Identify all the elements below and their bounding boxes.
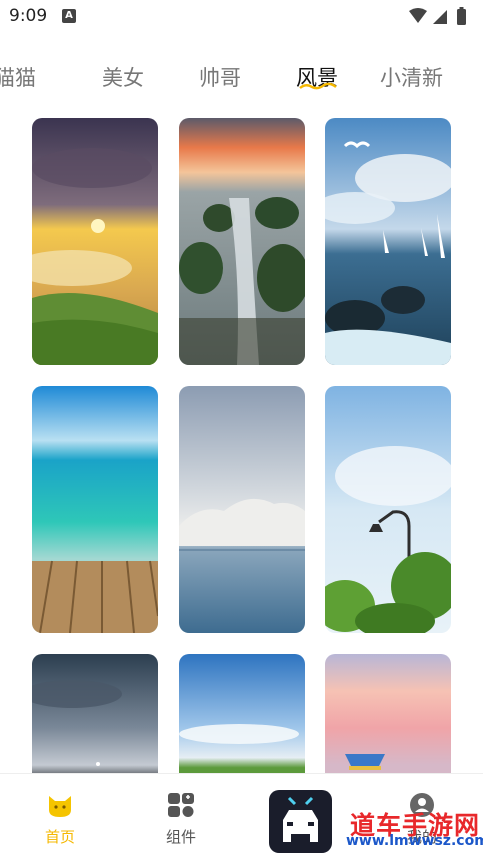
nav-home[interactable]: 首页 xyxy=(20,792,100,847)
widgets-icon xyxy=(168,793,194,817)
status-bar: 9:09 A x xyxy=(0,0,483,34)
wallpaper-grid xyxy=(0,110,483,773)
wallpaper-card[interactable] xyxy=(325,654,451,773)
cat-home-icon xyxy=(49,796,71,817)
tab-beauty[interactable]: 美女 xyxy=(102,62,144,92)
active-tab-indicator xyxy=(299,82,337,90)
wallpaper-card[interactable] xyxy=(179,654,305,773)
wallpaper-streetlamp xyxy=(325,386,451,633)
wallpaper-card[interactable] xyxy=(325,118,451,365)
wallpaper-card[interactable] xyxy=(179,118,305,365)
car-logo-icon xyxy=(283,796,318,842)
wallpaper-card[interactable] xyxy=(325,386,451,633)
wallpaper-card[interactable] xyxy=(179,386,305,633)
wallpaper-card[interactable] xyxy=(32,654,158,773)
wallpaper-dusk-horizon xyxy=(32,654,158,773)
wallpaper-misty-mountain xyxy=(179,386,305,633)
watermark-site-url: www.lmwwsz.com xyxy=(346,833,483,849)
wallpaper-sunset-clouds xyxy=(32,118,158,365)
wallpaper-card[interactable] xyxy=(32,386,158,633)
notification-icon: A xyxy=(62,9,76,23)
category-tabs: 猫猫 美女 帅哥 风景 小清新 xyxy=(0,52,483,98)
svg-text:x: x xyxy=(447,18,451,26)
tab-handsome[interactable]: 帅哥 xyxy=(199,62,241,92)
wallpaper-card[interactable] xyxy=(32,118,158,365)
watermark-logo xyxy=(269,790,332,853)
cellular-signal-icon xyxy=(433,10,447,24)
signal-battery-icons: x xyxy=(409,7,466,26)
wallpaper-sailboats xyxy=(325,118,451,365)
wifi-icon xyxy=(409,8,427,23)
nav-widgets[interactable]: 组件 xyxy=(141,792,221,847)
status-time: 9:09 xyxy=(9,6,48,26)
wallpaper-tropical-dock xyxy=(32,386,158,633)
battery-icon xyxy=(457,9,466,25)
wallpaper-pastel-sunset-boat xyxy=(325,654,451,773)
wallpaper-blue-sky-meadow xyxy=(179,654,305,773)
tab-fresh[interactable]: 小清新 xyxy=(380,62,443,92)
tab-cats[interactable]: 猫猫 xyxy=(0,62,36,92)
wallpaper-coastal-rocks xyxy=(179,118,305,365)
nav-widgets-label: 组件 xyxy=(165,828,196,846)
nav-home-label: 首页 xyxy=(44,828,75,846)
